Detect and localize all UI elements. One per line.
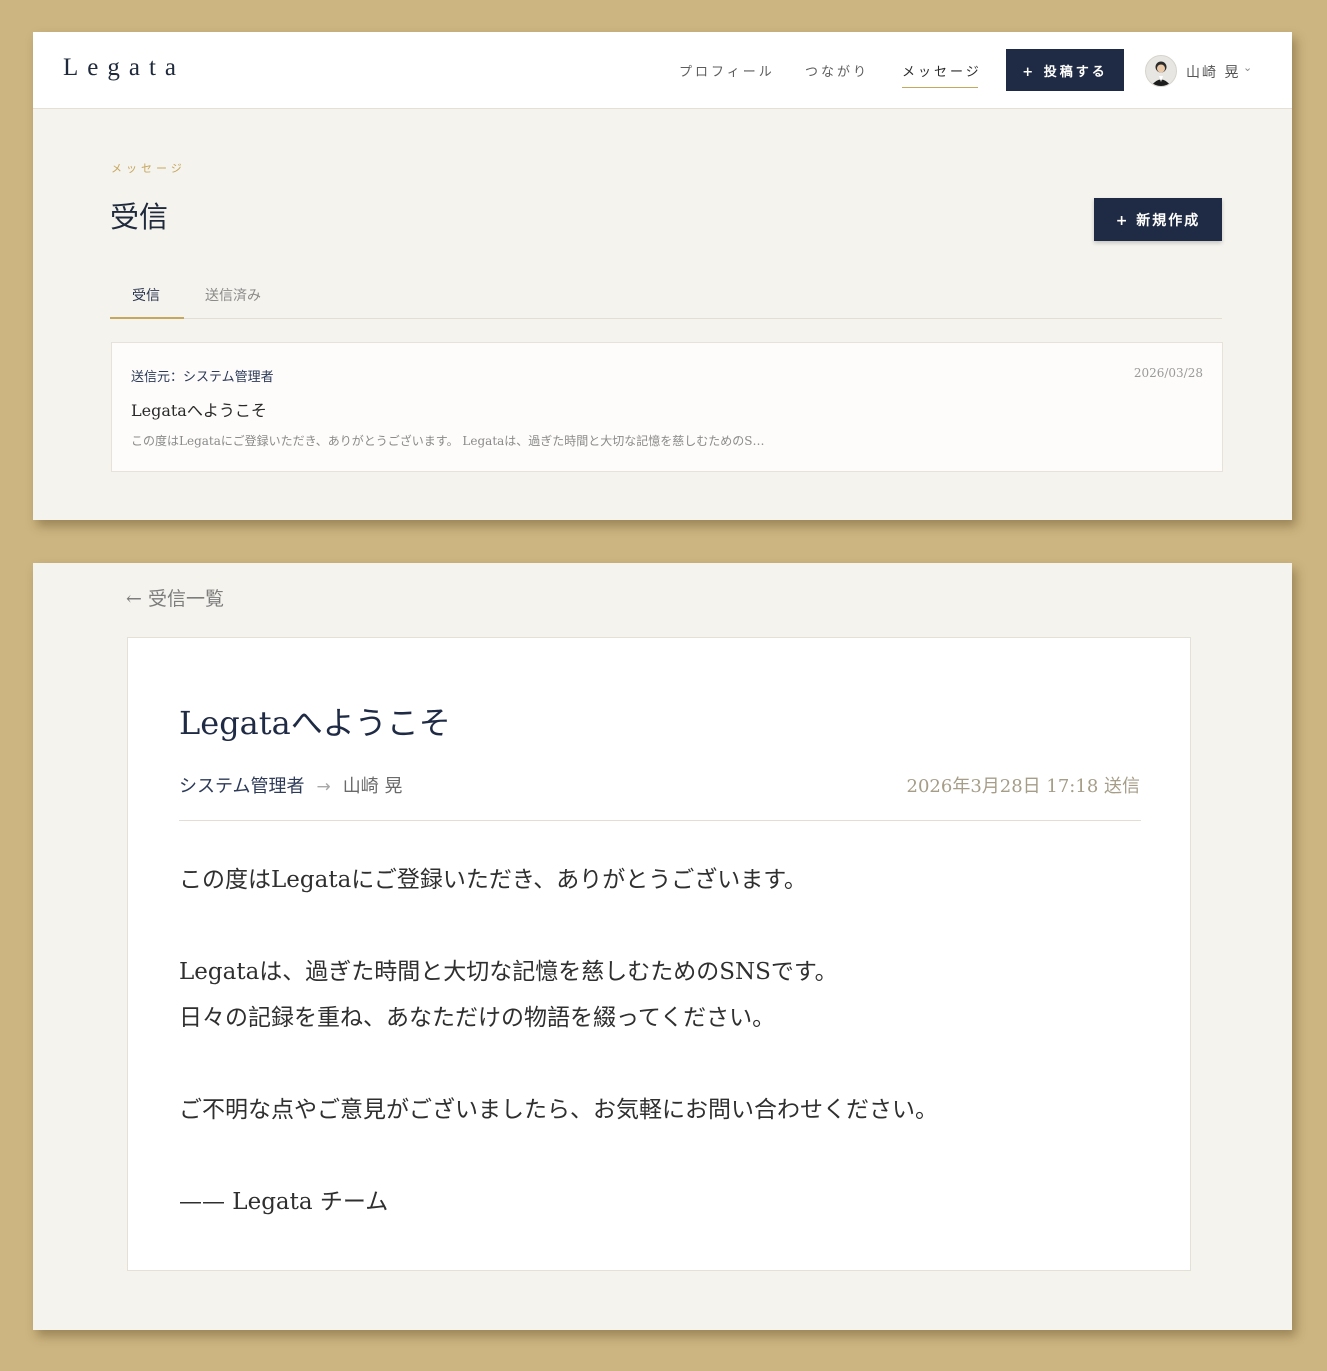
body-signature: —— Legata チーム — [179, 1189, 389, 1215]
message-sender: 送信元：システム管理者 — [131, 370, 274, 385]
section-eyebrow: メッセージ — [111, 162, 186, 175]
top-header: Legata プロフィール つながり メッセージ + 投稿する 山崎 晃 ⌄ — [33, 32, 1292, 109]
list-item[interactable]: 送信元：システム管理者 2026/03/28 Legataへようこそ この度はL… — [111, 342, 1223, 472]
detail-recipient: 山崎 晃 — [342, 776, 403, 797]
avatar[interactable] — [1145, 55, 1177, 87]
message-detail-card: Legataへようこそ システム管理者 → 山崎 晃 2026年3月28日 17:1… — [127, 637, 1191, 1271]
arrow-right-icon: → — [316, 777, 331, 797]
user-avatar-icon — [1151, 61, 1171, 86]
message-subject: Legataへようこそ — [131, 401, 267, 420]
chevron-down-icon[interactable]: ⌄ — [1243, 61, 1252, 74]
tab-inbox[interactable]: 受信 — [132, 285, 160, 305]
body-line: この度はLegataにご登録いただき、ありがとうございます。 — [179, 867, 807, 893]
body-line: ご不明な点やご意見がございましたら、お気軽にお問い合わせください。 — [179, 1097, 938, 1123]
tab-sent[interactable]: 送信済み — [205, 285, 261, 305]
message-preview: この度はLegataにご登録いただき、ありがとうございます。 Legataは、過… — [131, 434, 765, 448]
nav-profile[interactable]: プロフィール — [679, 61, 775, 80]
detail-divider — [179, 820, 1141, 821]
nav-active-indicator — [902, 87, 978, 88]
detail-subject: Legataへようこそ — [179, 704, 451, 742]
nav-messages[interactable]: メッセージ — [902, 61, 982, 80]
inbox-panel: Legata プロフィール つながり メッセージ + 投稿する 山崎 晃 ⌄ メ… — [33, 32, 1292, 520]
detail-sender: システム管理者 — [179, 776, 305, 797]
post-button[interactable]: + 投稿する — [1006, 49, 1124, 91]
body-line: 日々の記録を重ね、あなただけの物語を綴ってください。 — [179, 1005, 776, 1031]
new-message-button[interactable]: + 新規作成 — [1094, 198, 1222, 241]
tab-active-indicator — [110, 317, 184, 319]
detail-sent-time: 2026年3月28日 17:18 送信 — [906, 776, 1140, 797]
page-title: 受信 — [110, 200, 169, 234]
back-to-inbox-link[interactable]: ← 受信一覧 — [126, 584, 224, 611]
body-line: Legataは、過ぎた時間と大切な記憶を慈しむためのSNSです。 — [179, 959, 838, 985]
app-logo[interactable]: Legata — [63, 54, 185, 82]
detail-meta: システム管理者 → 山崎 晃 — [179, 772, 402, 798]
message-date: 2026/03/28 — [1133, 366, 1203, 380]
message-detail-panel: ← 受信一覧 Legataへようこそ システム管理者 → 山崎 晃 2026年3月2… — [33, 563, 1292, 1330]
user-name[interactable]: 山崎 晃 — [1186, 62, 1240, 82]
tabs-divider — [110, 318, 1222, 319]
nav-connections[interactable]: つながり — [805, 61, 869, 80]
